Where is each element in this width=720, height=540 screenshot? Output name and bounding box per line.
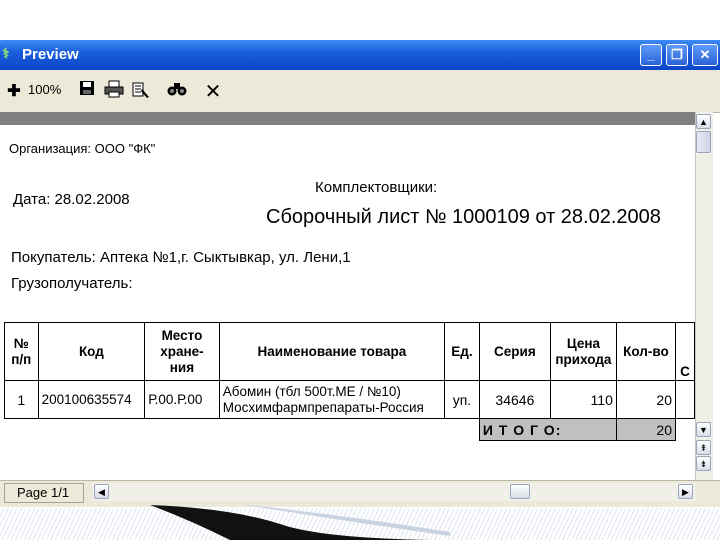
close-icon[interactable]: ✕ bbox=[202, 80, 224, 104]
col-code-header: Код bbox=[37, 322, 146, 381]
window-title: Preview bbox=[22, 46, 79, 63]
cell-name-line2: Мосхимфармпрепараты-Россия bbox=[222, 399, 424, 415]
app-icon: ⚕ bbox=[2, 45, 10, 61]
cell-name-line1: Абомин (тбл 500т.МЕ / №10) bbox=[222, 383, 401, 399]
col-name-header: Наименование товара bbox=[218, 322, 446, 381]
document-heading: Сборочный лист № 1000109 от 28.02.2008 bbox=[266, 206, 661, 228]
scroll-down-icon[interactable]: ▼ bbox=[696, 422, 711, 437]
col-num-header: № п/п bbox=[4, 322, 39, 381]
save-icon[interactable] bbox=[78, 80, 96, 104]
cell-next bbox=[675, 380, 695, 419]
page-top-border bbox=[0, 112, 695, 125]
page-up-icon[interactable]: ⇞ bbox=[696, 440, 711, 455]
cell-qty: 20 bbox=[615, 380, 677, 419]
cell-num: 1 bbox=[4, 380, 39, 419]
col-unit-header: Ед. bbox=[444, 322, 480, 381]
table-row: 1 200100635574 Р.00.Р.00 Абомин (тбл 500… bbox=[4, 380, 695, 419]
horizontal-scroll-thumb[interactable] bbox=[510, 484, 530, 499]
date-text: Дата: 28.02.2008 bbox=[13, 191, 130, 208]
cell-name: Абомин (тбл 500т.МЕ / №10) Мосхимфармпре… bbox=[218, 380, 446, 419]
horizontal-scrollbar[interactable] bbox=[92, 483, 696, 501]
consignee-text: Грузополучатель: bbox=[11, 275, 133, 292]
cell-price: 110 bbox=[549, 380, 617, 419]
cell-location: Р.00.Р.00 bbox=[144, 380, 220, 419]
cell-series: 34646 bbox=[478, 380, 551, 419]
organization-text: Организация: ООО "ФК" bbox=[9, 141, 156, 156]
table-total-row: И Т О Г О: 20 bbox=[5, 418, 695, 441]
col-qty-header: Кол-во bbox=[615, 322, 677, 381]
col-location-header: Место хране-ния bbox=[144, 322, 220, 381]
scroll-right-icon[interactable]: ▶ bbox=[678, 484, 693, 499]
scroll-up-icon[interactable]: ▲ bbox=[696, 114, 711, 129]
col-next-header: С bbox=[675, 322, 695, 381]
cell-unit: уп. bbox=[444, 380, 480, 419]
title-bar bbox=[0, 40, 720, 70]
pickers-label: Комплектовщики: bbox=[315, 179, 438, 196]
table-header-row: № п/п Код Место хране-ния Наименование т… bbox=[4, 322, 695, 381]
total-qty: 20 bbox=[615, 418, 677, 441]
buyer-text: Покупатель: Аптека №1,г. Сыктывкар, ул. … bbox=[11, 249, 351, 266]
page-indicator: Page 1/1 bbox=[4, 483, 84, 503]
vertical-scroll-thumb[interactable] bbox=[696, 131, 711, 153]
total-label: И Т О Г О: bbox=[478, 418, 617, 441]
col-series-header: Серия bbox=[478, 322, 551, 381]
zoom-level[interactable]: 100% bbox=[28, 82, 61, 97]
goods-table: № п/п Код Место хране-ния Наименование т… bbox=[4, 322, 695, 441]
page-down-icon[interactable]: ⇟ bbox=[696, 456, 711, 471]
close-window-button[interactable]: ✕ bbox=[692, 44, 718, 66]
cell-code: 200100635574 bbox=[37, 380, 146, 419]
document-page: Организация: ООО "ФК" Дата: 28.02.2008 К… bbox=[0, 125, 695, 480]
find-icon[interactable] bbox=[166, 80, 188, 104]
decorative-swoosh bbox=[150, 504, 450, 540]
restore-button[interactable]: ❐ bbox=[666, 44, 688, 66]
print-setup-icon[interactable] bbox=[130, 80, 152, 104]
print-icon[interactable] bbox=[103, 80, 125, 104]
col-price-header: Цена прихода bbox=[549, 322, 617, 381]
scroll-left-icon[interactable]: ◀ bbox=[94, 484, 109, 499]
minimize-button[interactable]: _ bbox=[640, 44, 662, 66]
zoom-icon[interactable]: ✚ bbox=[4, 80, 24, 104]
